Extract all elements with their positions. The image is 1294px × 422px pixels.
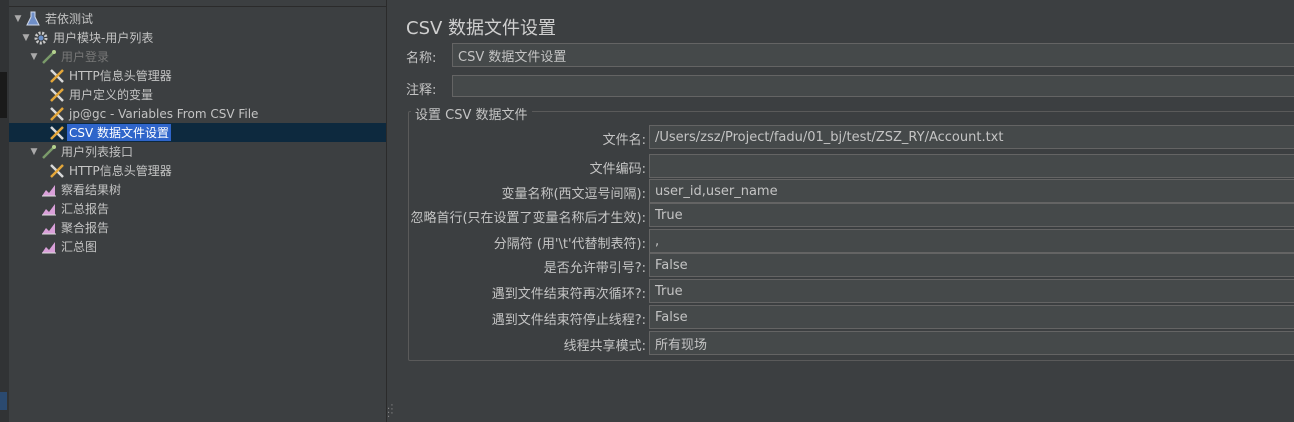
- tree-node-header-manager[interactable]: HTTP信息头管理器: [9, 66, 426, 85]
- file-encoding-field[interactable]: [649, 154, 1294, 178]
- tree-node-summary-report[interactable]: 汇总报告: [9, 199, 418, 218]
- tree-node-label: 聚合报告: [61, 221, 110, 235]
- graph-icon: [41, 239, 57, 255]
- tree-node-variables-from-csv[interactable]: jp@gc - Variables From CSV File: [9, 104, 426, 123]
- expand-arrow-icon[interactable]: ▼: [29, 147, 39, 157]
- test-plan-icon: [25, 11, 41, 27]
- tree-node-label: HTTP信息头管理器: [69, 164, 172, 178]
- file-encoding-row: 文件编码:: [393, 154, 1294, 178]
- tree-node-user-variables[interactable]: 用户定义的变量: [9, 85, 426, 104]
- filename-row: 文件名: /Users/zsz/Project/fadu/01_bj/test/…: [393, 125, 1294, 149]
- name-label: 名称:: [406, 51, 437, 66]
- pipette-icon: [41, 144, 57, 160]
- test-plan-tree[interactable]: ▼ 若依测试 ▼ 用户模块-用户列表 ▼ 用户登录 HTTP信息头管理器 用户定…: [9, 6, 426, 417]
- variable-names-field[interactable]: user_id,user_name: [649, 179, 1294, 203]
- tree-node-header-manager-2[interactable]: HTTP信息头管理器: [9, 161, 426, 180]
- group-title: 设置 CSV 数据文件: [411, 104, 532, 123]
- panel-title: CSV 数据文件设置: [406, 18, 557, 39]
- pipette-icon: [41, 49, 57, 65]
- tree-node-summary-graph[interactable]: 汇总图: [9, 237, 418, 256]
- panel-splitter[interactable]: [386, 0, 393, 422]
- ignore-first-line-row: 忽略首行(只在设置了变量名称后才生效): True: [393, 203, 1294, 227]
- file-encoding-label: 文件编码:: [589, 162, 646, 177]
- tree-node-label: 汇总图: [61, 240, 98, 254]
- sharing-mode-field[interactable]: 所有现场: [649, 331, 1294, 355]
- allow-quoted-row: 是否允许带引号?: False: [393, 253, 1294, 277]
- graph-icon: [41, 182, 57, 198]
- stop-thread-eof-label: 遇到文件结束符停止线程?:: [491, 313, 646, 328]
- tree-node-label: 用户列表接口: [61, 145, 134, 159]
- filename-field[interactable]: /Users/zsz/Project/fadu/01_bj/test/ZSZ_R…: [649, 125, 1294, 149]
- stop-thread-eof-row: 遇到文件结束符停止线程?: False: [393, 305, 1294, 329]
- comment-label: 注释:: [406, 83, 437, 98]
- tree-node-label: 若依测试: [45, 12, 94, 26]
- wrench-icon: [49, 163, 65, 179]
- filename-label: 文件名:: [602, 133, 646, 148]
- wrench-icon: [49, 106, 65, 122]
- graph-icon: [41, 220, 57, 236]
- tree-node-sampler-list[interactable]: ▼ 用户列表接口: [9, 142, 406, 161]
- tree-node-label: 用户定义的变量: [69, 88, 154, 102]
- edge-block-selected: [0, 392, 7, 410]
- tree-node-label: HTTP信息头管理器: [69, 69, 172, 83]
- allow-quoted-field[interactable]: False: [649, 253, 1294, 277]
- wrench-icon: [49, 87, 65, 103]
- graph-icon: [41, 201, 57, 217]
- recycle-eof-row: 遇到文件结束符再次循环?: True: [393, 279, 1294, 303]
- variable-names-row: 变量名称(西文逗号间隔): user_id,user_name: [393, 179, 1294, 203]
- tree-node-label: CSV 数据文件设置: [67, 124, 172, 141]
- tree-node-sampler-login[interactable]: ▼ 用户登录: [9, 47, 406, 66]
- variable-names-label: 变量名称(西文逗号间隔):: [501, 187, 646, 202]
- expand-arrow-icon[interactable]: ▼: [13, 14, 23, 24]
- stop-thread-eof-field[interactable]: False: [649, 305, 1294, 329]
- wrench-icon: [49, 125, 65, 141]
- sharing-mode-label: 线程共享模式:: [563, 339, 646, 354]
- edge-block: [0, 72, 7, 118]
- delimiter-label: 分隔符 (用'\t'代替制表符):: [493, 237, 646, 252]
- ignore-first-line-field[interactable]: True: [649, 203, 1294, 227]
- delimiter-row: 分隔符 (用'\t'代替制表符): ,: [393, 229, 1294, 253]
- config-panel: CSV 数据文件设置 名称: CSV 数据文件设置 注释: 设置 CSV 数据文…: [393, 0, 1294, 422]
- tree-node-aggregate-report[interactable]: 聚合报告: [9, 218, 418, 237]
- tree-node-view-results-tree[interactable]: 察看结果树: [9, 180, 418, 199]
- allow-quoted-label: 是否允许带引号?:: [543, 261, 646, 276]
- tree-node-test-plan[interactable]: ▼ 若依测试: [9, 9, 390, 28]
- gear-icon: [33, 30, 49, 46]
- expand-arrow-icon[interactable]: ▼: [21, 33, 31, 43]
- sharing-mode-row: 线程共享模式: 所有现场: [393, 331, 1294, 355]
- wrench-icon: [49, 68, 65, 84]
- tree-node-label: 用户模块-用户列表: [53, 31, 154, 45]
- tree-node-label: 察看结果树: [61, 183, 122, 197]
- tree-node-label: 用户登录: [61, 50, 110, 64]
- delimiter-field[interactable]: ,: [649, 229, 1294, 253]
- recycle-eof-label: 遇到文件结束符再次循环?:: [491, 287, 646, 302]
- recycle-eof-field[interactable]: True: [649, 279, 1294, 303]
- tree-node-thread-group[interactable]: ▼ 用户模块-用户列表: [9, 28, 398, 47]
- tree-node-label: jp@gc - Variables From CSV File: [69, 106, 259, 121]
- comment-field[interactable]: [452, 75, 1294, 97]
- name-field[interactable]: CSV 数据文件设置: [452, 43, 1294, 67]
- tree-node-csv-data-set[interactable]: CSV 数据文件设置: [9, 123, 426, 142]
- left-edge-strip: [0, 0, 9, 422]
- tree-node-label: 汇总报告: [61, 202, 110, 216]
- ignore-first-line-label: 忽略首行(只在设置了变量名称后才生效):: [410, 211, 646, 226]
- expand-arrow-icon[interactable]: ▼: [29, 52, 39, 62]
